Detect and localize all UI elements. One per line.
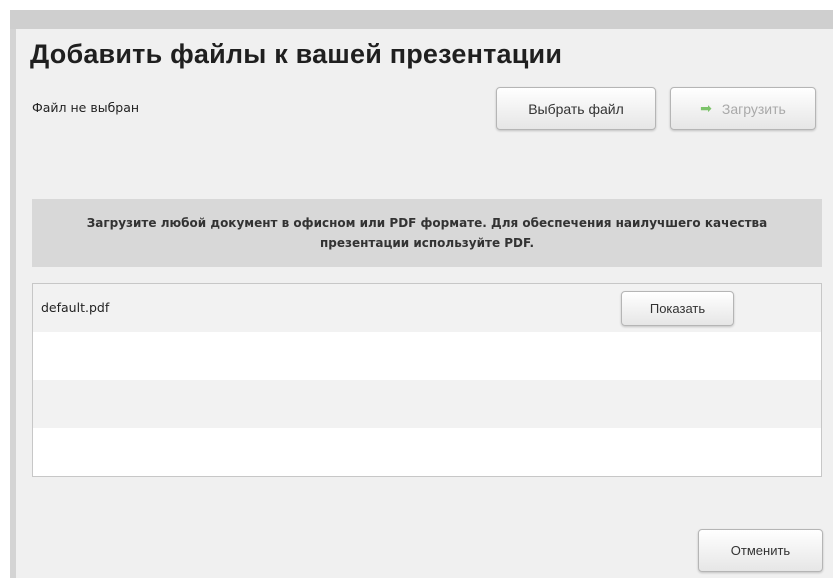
file-list: default.pdf Показать [32,283,822,477]
info-box: Загрузите любой документ в офисном или P… [32,199,822,267]
show-file-button[interactable]: Показать [621,291,734,326]
file-row: default.pdf Показать [33,284,821,332]
choose-file-label: Выбрать файл [528,100,624,117]
choose-file-button[interactable]: Выбрать файл [496,87,656,130]
file-status-label: Файл не выбран [32,100,140,115]
show-file-label: Показать [649,301,706,316]
info-text: Загрузите любой документ в офисном или P… [86,216,768,250]
dialog-title: Добавить файлы к вашей презентации [30,39,563,69]
upload-button[interactable]: ➡ Загрузить [670,87,816,130]
empty-row [33,428,821,476]
file-name: default.pdf [41,300,110,315]
cancel-button[interactable]: Отменить [698,529,823,572]
dialog-top-bar [10,10,833,29]
empty-row [33,380,821,428]
upload-label: Загрузить [721,100,786,117]
empty-row [33,332,821,380]
cancel-label: Отменить [730,543,791,558]
upload-dialog: Добавить файлы к вашей презентации Файл … [10,29,833,578]
right-arrow-icon: ➡ [700,100,712,116]
